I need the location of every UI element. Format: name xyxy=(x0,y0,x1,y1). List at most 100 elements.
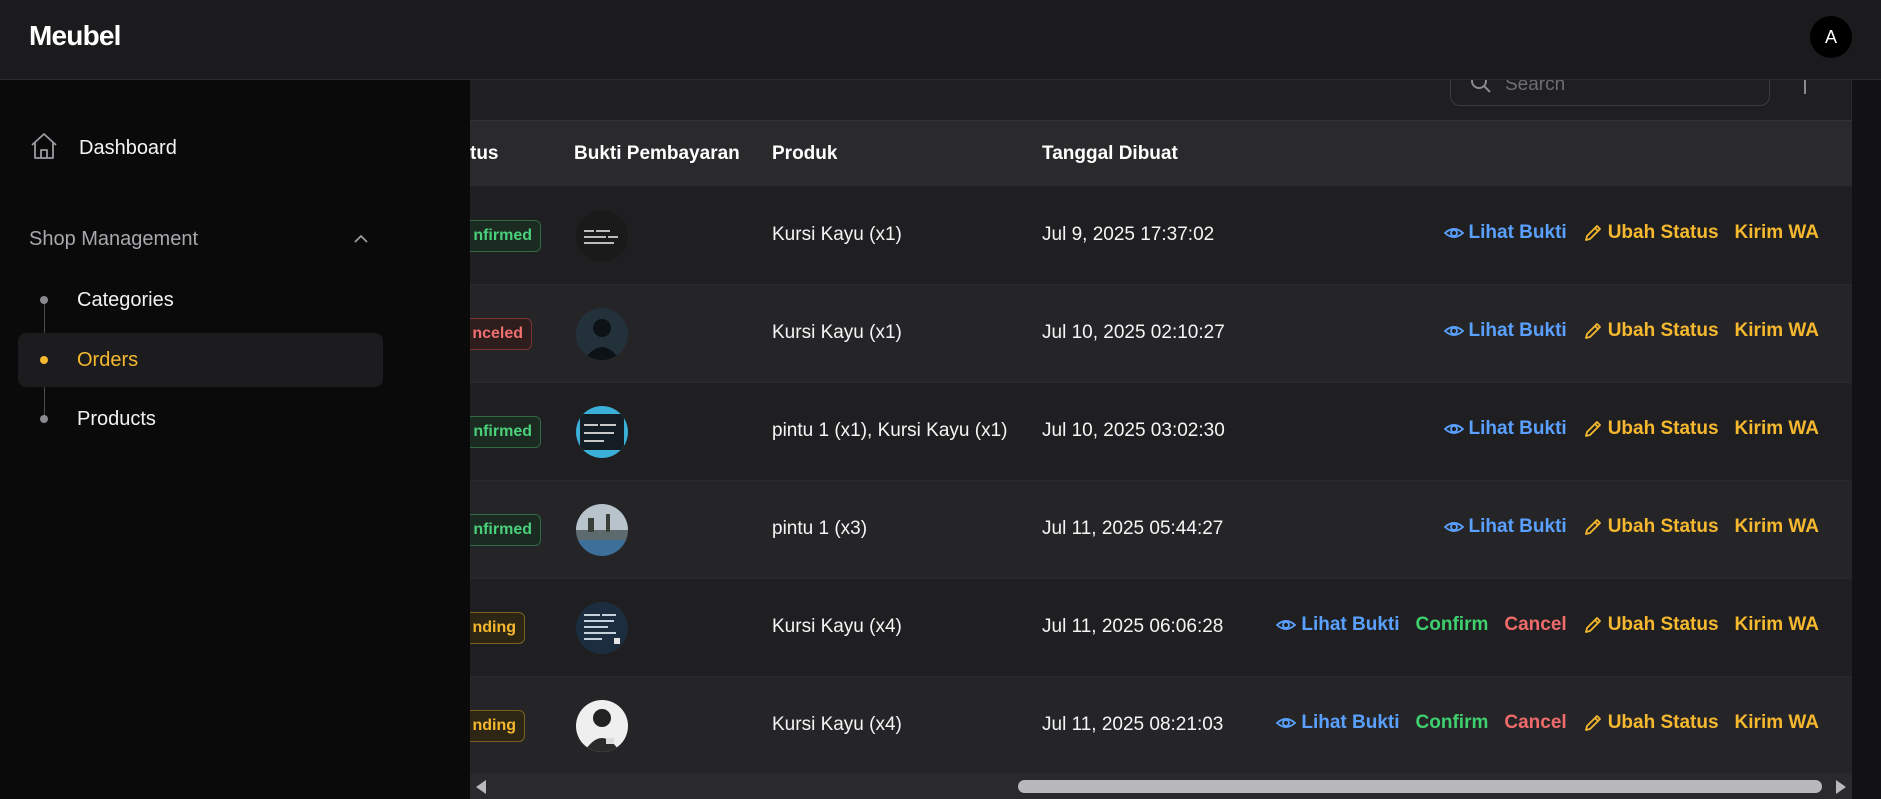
send-whatsapp-link[interactable]: Kirim WA xyxy=(1735,320,1819,342)
created-date-cell: Jul 10, 2025 03:02:30 xyxy=(1042,420,1225,441)
top-bar: Meubel A xyxy=(0,0,1881,80)
eye-icon xyxy=(1443,321,1464,341)
created-date-cell: Jul 11, 2025 08:21:03 xyxy=(1042,714,1224,735)
row-actions: Lihat Bukti Ubah Status Kirim WA xyxy=(1443,222,1819,244)
table-row: nfirmed pintu 1 (x3) Jul 11, 2025 05:44:27… xyxy=(462,481,1852,579)
bullet-icon xyxy=(40,415,48,423)
change-status-link[interactable]: Ubah Status xyxy=(1583,320,1719,342)
eye-icon xyxy=(1276,615,1297,635)
sidebar: Dashboard Shop Management Categories Ord… xyxy=(0,80,470,799)
confirm-button[interactable]: Confirm xyxy=(1416,712,1489,734)
scrollbar-thumb[interactable] xyxy=(1018,780,1822,793)
sidebar-item-label: Categories xyxy=(77,288,174,311)
product-cell: pintu 1 (x1), Kursi Kayu (x1) xyxy=(772,420,1008,441)
sidebar-item-dashboard[interactable]: Dashboard xyxy=(29,131,177,166)
table-row: nfirmed pintu 1 (x1), Kursi Kayu (x1) Jul … xyxy=(462,383,1852,481)
action-label: Kirim WA xyxy=(1734,222,1819,243)
pencil-icon xyxy=(1583,321,1603,341)
row-actions: Lihat Bukti Confirm Cancel Ubah Status Kirim… xyxy=(1276,712,1819,734)
change-status-link[interactable]: Ubah Status xyxy=(1583,516,1719,538)
change-status-link[interactable]: Ubah Status xyxy=(1583,614,1719,636)
product-cell: Kursi Kayu (x4) xyxy=(772,616,902,637)
view-proof-link[interactable]: Lihat Bukti xyxy=(1276,614,1400,636)
product-cell: Kursi Kayu (x1) xyxy=(772,322,902,343)
action-label: Cancel xyxy=(1504,614,1567,635)
column-header-created[interactable]: Tanggal Dibuat xyxy=(1042,143,1178,165)
send-whatsapp-link[interactable]: Kirim WA xyxy=(1735,222,1819,244)
horizontal-scrollbar[interactable] xyxy=(470,774,1852,799)
action-label: Cancel xyxy=(1504,712,1567,733)
action-label: Kirim WA xyxy=(1734,418,1819,439)
created-date-cell: Jul 9, 2025 17:37:02 xyxy=(1042,224,1215,245)
status-badge: nding xyxy=(462,710,525,742)
eye-icon xyxy=(1276,713,1297,733)
payment-proof-thumbnail[interactable] xyxy=(576,504,628,556)
view-proof-link[interactable]: Lihat Bukti xyxy=(1443,222,1567,244)
product-cell: Kursi Kayu (x1) xyxy=(772,224,902,245)
bullet-icon xyxy=(40,356,48,364)
table-header: tus Bukti Pembayaran Produk Tanggal Dibu… xyxy=(470,120,1852,186)
eye-icon xyxy=(1443,419,1464,439)
sidebar-item-orders[interactable]: Orders xyxy=(18,333,383,387)
scroll-left-icon[interactable] xyxy=(476,780,488,799)
payment-proof-thumbnail[interactable] xyxy=(576,210,628,262)
send-whatsapp-link[interactable]: Kirim WA xyxy=(1735,614,1819,636)
send-whatsapp-link[interactable]: Kirim WA xyxy=(1735,516,1819,538)
action-label: Kirim WA xyxy=(1734,614,1819,635)
status-badge: nfirmed xyxy=(462,416,541,448)
row-actions: Lihat Bukti Ubah Status Kirim WA xyxy=(1443,418,1819,440)
change-status-link[interactable]: Ubah Status xyxy=(1583,712,1719,734)
view-proof-link[interactable]: Lihat Bukti xyxy=(1443,516,1567,538)
send-whatsapp-link[interactable]: Kirim WA xyxy=(1735,712,1819,734)
payment-proof-thumbnail[interactable] xyxy=(576,308,628,360)
created-date-cell: Jul 11, 2025 06:06:28 xyxy=(1042,616,1224,637)
column-header-status[interactable]: tus xyxy=(470,143,499,165)
row-actions: Lihat Bukti Confirm Cancel Ubah Status Kirim… xyxy=(1276,614,1819,636)
created-date-cell: Jul 11, 2025 05:44:27 xyxy=(1042,518,1224,539)
view-proof-link[interactable]: Lihat Bukti xyxy=(1276,712,1400,734)
pencil-icon xyxy=(1583,419,1603,439)
action-label: Kirim WA xyxy=(1734,320,1819,341)
pencil-icon xyxy=(1583,517,1603,537)
cancel-button[interactable]: Cancel xyxy=(1504,712,1566,734)
payment-proof-thumbnail[interactable] xyxy=(576,602,628,654)
brand-logo[interactable]: Meubel xyxy=(29,20,121,52)
send-whatsapp-link[interactable]: Kirim WA xyxy=(1735,418,1819,440)
created-date-cell: Jul 10, 2025 02:10:27 xyxy=(1042,322,1225,343)
action-label: Lihat Bukti xyxy=(1468,516,1567,537)
action-label: Kirim WA xyxy=(1734,712,1819,733)
view-proof-link[interactable]: Lihat Bukti xyxy=(1443,320,1567,342)
sidebar-item-categories[interactable]: Categories xyxy=(18,273,383,327)
confirm-button[interactable]: Confirm xyxy=(1416,614,1489,636)
action-label: Ubah Status xyxy=(1607,320,1719,341)
cancel-button[interactable]: Cancel xyxy=(1504,614,1566,636)
section-label: Shop Management xyxy=(29,228,199,250)
row-actions: Lihat Bukti Ubah Status Kirim WA xyxy=(1443,320,1819,342)
view-proof-link[interactable]: Lihat Bukti xyxy=(1443,418,1567,440)
column-header-proof[interactable]: Bukti Pembayaran xyxy=(574,143,740,165)
avatar[interactable]: A xyxy=(1810,16,1852,58)
column-header-product[interactable]: Produk xyxy=(772,143,837,165)
eye-icon xyxy=(1443,223,1464,243)
action-label: Ubah Status xyxy=(1607,614,1719,635)
table-row: nding Kursi Kayu (x4) Jul 11, 2025 06:06:2… xyxy=(462,579,1852,677)
payment-proof-thumbnail[interactable] xyxy=(576,700,628,752)
section-shop-management[interactable]: Shop Management xyxy=(29,228,369,251)
sidebar-item-label: Dashboard xyxy=(79,137,177,159)
action-label: Lihat Bukti xyxy=(1301,712,1400,733)
status-badge: nfirmed xyxy=(462,220,541,252)
action-label: Lihat Bukti xyxy=(1468,418,1567,439)
change-status-link[interactable]: Ubah Status xyxy=(1583,418,1719,440)
pencil-icon xyxy=(1583,223,1603,243)
sidebar-item-products[interactable]: Products xyxy=(18,392,383,446)
orders-panel: tus Bukti Pembayaran Produk Tanggal Dibu… xyxy=(462,64,1852,799)
sidebar-item-label: Products xyxy=(77,407,156,430)
scroll-right-icon[interactable] xyxy=(1834,780,1846,799)
product-cell: Kursi Kayu (x4) xyxy=(772,714,902,735)
change-status-link[interactable]: Ubah Status xyxy=(1583,222,1719,244)
table-row: nding Kursi Kayu (x4) Jul 11, 2025 08:21:0… xyxy=(462,677,1852,775)
chevron-up-icon xyxy=(353,231,369,249)
action-label: Ubah Status xyxy=(1607,516,1719,537)
status-badge: nfirmed xyxy=(462,514,541,546)
payment-proof-thumbnail[interactable] xyxy=(576,406,628,458)
